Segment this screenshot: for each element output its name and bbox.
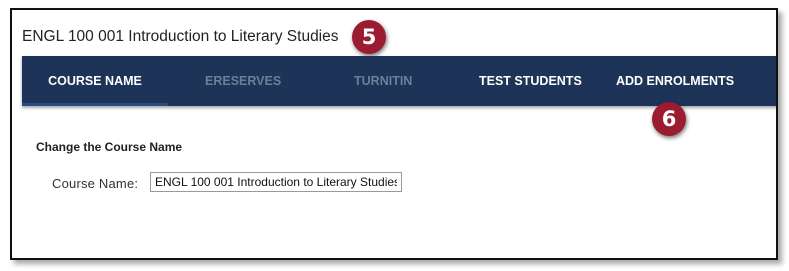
tab-course-name[interactable]: COURSE NAME [22, 56, 168, 106]
course-name-input[interactable] [150, 172, 402, 192]
course-name-label: Course Name: [52, 176, 139, 191]
active-tab-indicator [22, 103, 168, 106]
tab-ereserves[interactable]: ERESERVES [205, 56, 281, 106]
step-6-callout-badge: 6 [652, 102, 686, 136]
screenshot-frame: ENGL 100 001 Introduction to Literary St… [10, 8, 778, 260]
tab-add-enrolments[interactable]: ADD ENROLMENTS [616, 56, 734, 106]
section-heading: Change the Course Name [36, 140, 183, 154]
tab-test-students[interactable]: TEST STUDENTS [479, 56, 582, 106]
page-title: ENGL 100 001 Introduction to Literary St… [22, 28, 339, 45]
tab-turnitin[interactable]: TURNITIN [354, 56, 412, 106]
step-5-callout-badge: 5 [352, 20, 386, 54]
course-tools-navbar: COURSE NAME ERESERVES TURNITIN TEST STUD… [22, 56, 776, 106]
